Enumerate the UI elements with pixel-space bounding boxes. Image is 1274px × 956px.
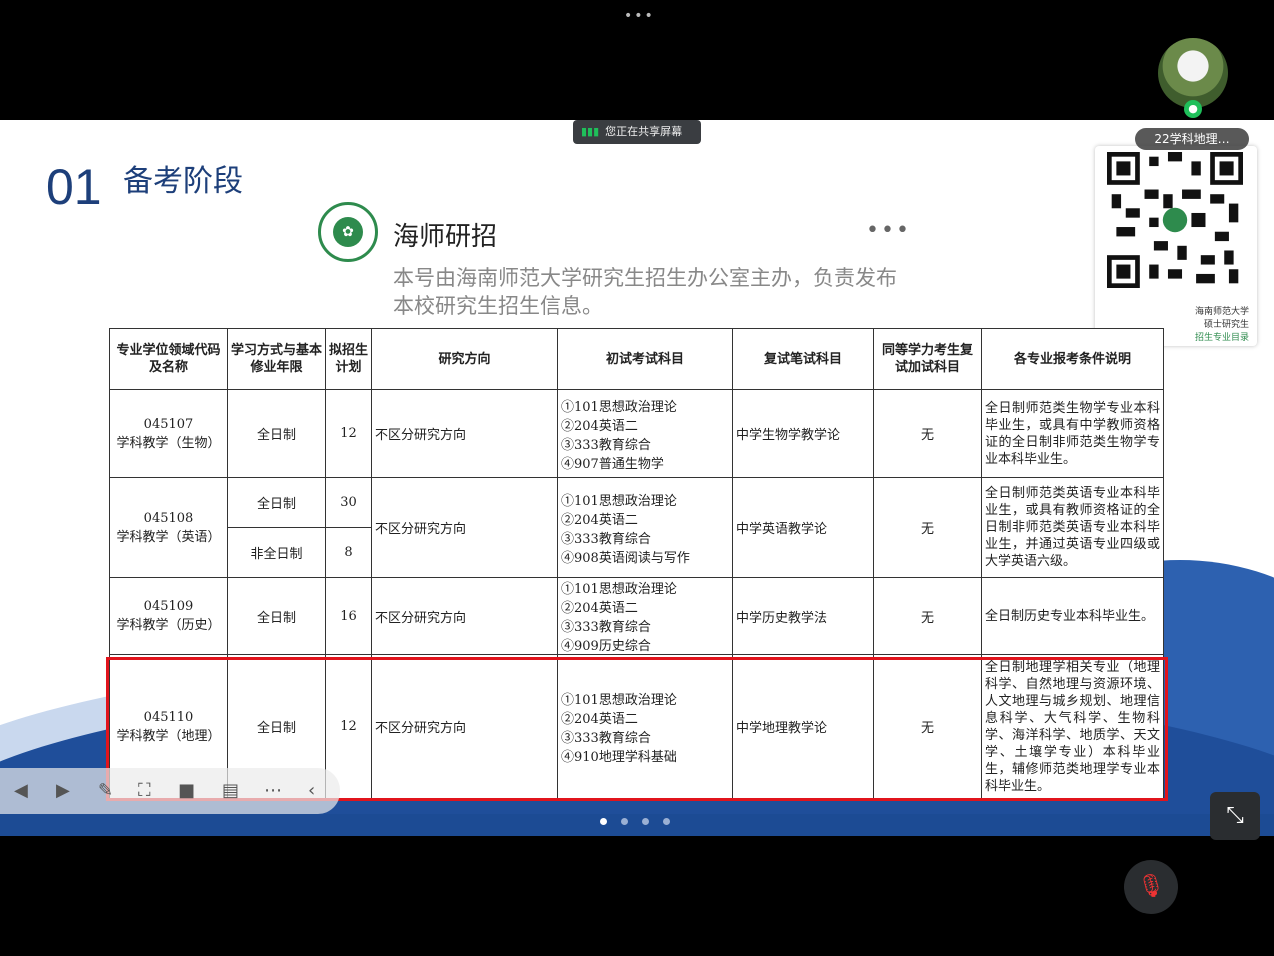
mode-cell: 全日制 [227, 389, 326, 478]
plan-cell: 16 [325, 577, 372, 655]
qr-caption: 海南师范大学 硕士研究生 招生专业目录 [1195, 306, 1249, 345]
retest-cell: 中学英语教学论 [732, 477, 874, 578]
exam-subject: ②204英语二 [561, 418, 638, 434]
plan-cell: 12 [325, 389, 372, 478]
condition-cell: 全日制历史专业本科毕业生。 [981, 577, 1164, 655]
pager-dot[interactable] [600, 818, 607, 825]
next-slide-icon[interactable]: ▶ [56, 780, 70, 801]
exam-subject: ①101思想政治理论 [561, 399, 677, 415]
plan-cell: 30 [325, 477, 372, 528]
major-code: 045108 [143, 510, 194, 526]
pager-dot[interactable] [663, 818, 670, 825]
table-header-cell: 学习方式与基本修业年限 [227, 328, 326, 390]
table-header-cell: 拟招生计划 [325, 328, 372, 390]
extra-cell: 无 [873, 577, 982, 655]
mode-cell: 非全日制 [227, 527, 326, 578]
major-code: 045109 [143, 599, 194, 614]
signal-icon: ▮▮▮ [581, 125, 600, 138]
table-header-cell: 同等学力考生复试加试科目 [873, 328, 982, 390]
qr-caption-line-2: 硕士研究生 [1203, 320, 1249, 330]
participant-avatar[interactable] [1158, 38, 1228, 108]
exam-subject: ④908英语阅读与写作 [561, 550, 690, 566]
qr-caption-line-1: 海南师范大学 [1194, 307, 1249, 317]
exam-subject: ②204英语二 [561, 601, 638, 616]
logo-emblem-icon: ✿ [333, 217, 363, 247]
table-row: 045109 学科教学（历史） 全日制 16 不区分研究方向 ①101思想政治理论… [109, 577, 1164, 655]
table-header-cell: 专业学位领域代码及名称 [109, 328, 228, 390]
camera-icon[interactable]: ■ [178, 780, 195, 801]
slide-control-bar: ◀ ▶ ✎ ⛶ ■ ▤ ⋯ ‹ [0, 768, 340, 814]
pager-dot[interactable] [621, 818, 628, 825]
qr-caption-line-3: 招生专业目录 [1194, 333, 1249, 343]
major-cell: 045108 学科教学（英语） [109, 477, 228, 578]
major-name: 学科教学（英语） [116, 529, 221, 545]
retest-cell: 中学生物学教学论 [732, 389, 874, 478]
mode-cell: 全日制 [227, 477, 326, 528]
exam-cell: ①101思想政治理论 ②204英语二 ③333教育综合 ④907普通生物学 [557, 389, 733, 478]
exit-fullscreen-icon[interactable]: ⤡ [1210, 792, 1260, 840]
more-dots-icon[interactable]: ••• [624, 8, 655, 24]
university-logo: ✿ [318, 202, 378, 262]
mic-on-icon: ● [1184, 100, 1202, 118]
extra-cell: 无 [873, 389, 982, 478]
section-number: 01 [46, 159, 102, 215]
table-header-row: 专业学位领域代码及名称 学习方式与基本修业年限 拟招生计划 研究方向 初试考试科… [109, 328, 1164, 390]
share-status-pill[interactable]: ▮▮▮ 您正在共享屏幕 [573, 120, 701, 144]
account-name: 海师研招 [393, 222, 498, 252]
exam-subject: ①101思想政治理论 [561, 582, 677, 597]
exam-cell: ①101思想政治理论 ②204英语二 ③333教育综合 ④909历史综合 [557, 577, 733, 655]
prev-slide-icon[interactable]: ◀ [14, 780, 28, 801]
direction-cell: 不区分研究方向 [371, 577, 558, 655]
exam-subject: ③333教育综合 [561, 531, 651, 547]
major-name: 学科教学（生物） [116, 435, 221, 451]
exam-cell: ①101思想政治理论 ②204英语二 ③333教育综合 ④908英语阅读与写作 [557, 477, 733, 578]
mode-cell: 全日制 [227, 577, 326, 655]
meeting-tag[interactable]: 22学科地理… [1135, 128, 1249, 150]
collapse-icon[interactable]: ‹ [308, 780, 315, 801]
account-description: 本号由海南师范大学研究生招生办公室主办，负责发布本校研究生招生信息。 [393, 266, 897, 318]
account-more-icon: ••• [866, 218, 911, 243]
pen-icon[interactable]: ✎ [98, 780, 113, 801]
table-row: 045108 学科教学（英语） 全日制 30 不区分研究方向 ①101思想政治理论… [109, 477, 1164, 578]
slide-pager [600, 810, 684, 829]
major-cell: 045109 学科教学（历史） [109, 577, 228, 655]
major-code: 045107 [143, 416, 194, 432]
comment-icon[interactable]: ▤ [222, 780, 239, 801]
major-cell: 045107 学科教学（生物） [109, 389, 228, 478]
more-options-icon[interactable]: ⋯ [264, 780, 282, 801]
share-status-text: 您正在共享屏幕 [605, 125, 683, 138]
condition-cell: 全日制师范类生物学专业本科毕业生，或具有中学教师资格证的全日制非师范类生物学专业… [981, 389, 1164, 478]
table-header-cell: 各专业报考条件说明 [981, 328, 1164, 390]
qr-code-icon [1107, 152, 1243, 288]
exam-subject: ①101思想政治理论 [561, 493, 677, 509]
shared-slide: ▮▮▮ 您正在共享屏幕 01 备考阶段 ✿ 海师研招 ••• 本号由海南师范大学研… [0, 120, 1274, 836]
mic-muted-icon[interactable]: 🎙 [1124, 860, 1178, 914]
direction-cell: 不区分研究方向 [371, 389, 558, 478]
exam-subject: ③333教育综合 [561, 437, 651, 453]
table-header-cell: 研究方向 [371, 328, 558, 390]
extra-cell: 无 [873, 477, 982, 578]
retest-cell: 中学历史教学法 [732, 577, 874, 655]
screenshot-icon[interactable]: ⛶ [138, 780, 151, 801]
table-header-cell: 初试考试科目 [557, 328, 733, 390]
condition-cell: 全日制师范类英语专业本科毕业生，或具有教师资格证的全日制非师范类英语专业本科毕业… [981, 477, 1164, 578]
exam-subject: ②204英语二 [561, 512, 638, 528]
exam-subject: ④909历史综合 [561, 639, 651, 654]
section-title: 备考阶段 [123, 164, 243, 199]
major-name: 学科教学（历史） [116, 618, 221, 633]
qr-card: 海南师范大学 硕士研究生 招生专业目录 22学科地理… [1095, 128, 1257, 346]
table-row: 045107 学科教学（生物） 全日制 12 不区分研究方向 ①101思想政治理论… [109, 389, 1164, 478]
plan-cell: 8 [325, 527, 372, 578]
exam-subject: ④907普通生物学 [561, 456, 664, 472]
pager-dot[interactable] [642, 818, 649, 825]
exam-subject: ③333教育综合 [561, 620, 651, 635]
table-header-cell: 复试笔试科目 [732, 328, 874, 390]
direction-cell: 不区分研究方向 [371, 477, 558, 578]
